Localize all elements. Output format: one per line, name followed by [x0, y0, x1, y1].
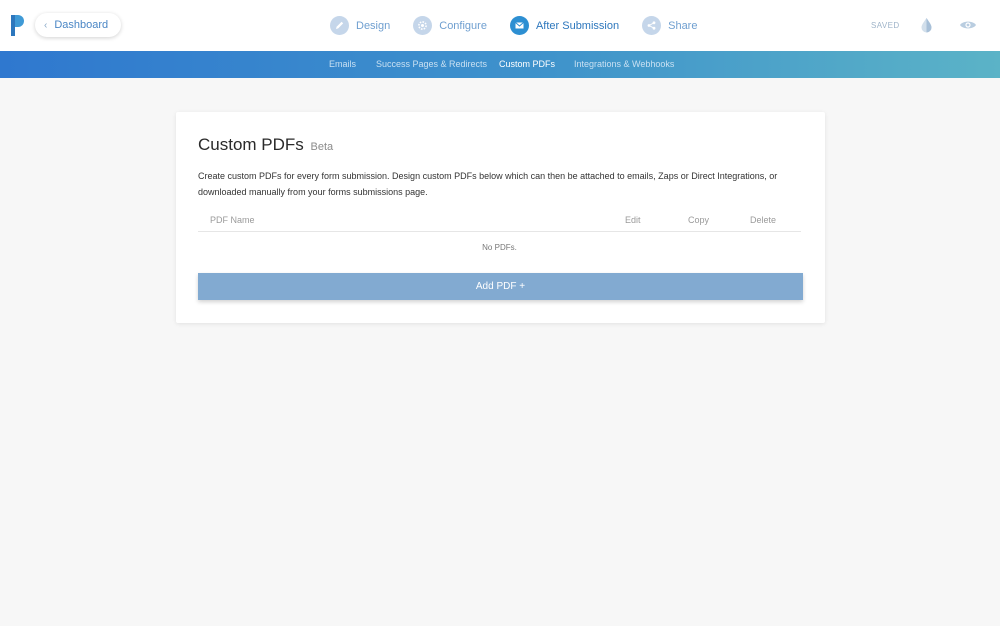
subnav-emails[interactable]: Emails — [329, 51, 356, 78]
step-label: Configure — [439, 19, 487, 32]
col-copy: Copy — [688, 215, 710, 225]
step-after-submission[interactable]: After Submission — [509, 16, 620, 35]
subnav-success-pages[interactable]: Success Pages & Redirects — [376, 51, 487, 78]
envelope-icon — [509, 16, 529, 35]
description: Create custom PDFs for every form submis… — [198, 171, 778, 197]
sub-nav: Emails Success Pages & Redirects Custom … — [0, 51, 1000, 78]
step-label: After Submission — [535, 19, 620, 32]
eye-icon[interactable] — [959, 19, 977, 31]
beta-badge: Beta — [310, 141, 334, 153]
add-pdf-button[interactable]: Add PDF + — [198, 273, 803, 300]
col-pdf-name: PDF Name — [210, 215, 255, 225]
col-edit: Edit — [625, 215, 641, 225]
custom-pdfs-card: Custom PDFs Beta Create custom PDFs for … — [176, 112, 825, 323]
chevron-left-icon: ‹ — [44, 19, 48, 31]
gear-icon — [413, 16, 433, 35]
empty-message: No PDFs. — [482, 243, 517, 252]
step-nav: Design Configure After Submission Share — [330, 0, 720, 51]
droplet-icon[interactable] — [920, 17, 933, 34]
step-configure[interactable]: Configure — [413, 16, 487, 35]
dashboard-button[interactable]: ‹ Dashboard — [35, 13, 121, 37]
pencil-icon — [330, 16, 349, 35]
subnav-integrations[interactable]: Integrations & Webhooks — [574, 51, 674, 78]
col-delete: Delete — [750, 215, 777, 225]
step-label: Share — [668, 19, 698, 32]
page-title-text: Custom PDFs — [198, 135, 304, 154]
step-share[interactable]: Share — [642, 16, 697, 35]
save-status: SAVED — [871, 21, 900, 30]
dashboard-label: Dashboard — [54, 19, 109, 31]
page-title: Custom PDFs Beta — [198, 135, 333, 155]
top-bar: ‹ Dashboard Design Configure After Submi… — [0, 0, 1000, 51]
share-icon — [642, 16, 662, 35]
pdf-table-header: PDF Name Edit Copy Delete — [198, 212, 801, 232]
step-label: Design — [356, 19, 391, 32]
logo-icon[interactable] — [11, 15, 25, 36]
step-design[interactable]: Design — [330, 16, 390, 35]
subnav-custom-pdfs[interactable]: Custom PDFs — [499, 51, 555, 78]
